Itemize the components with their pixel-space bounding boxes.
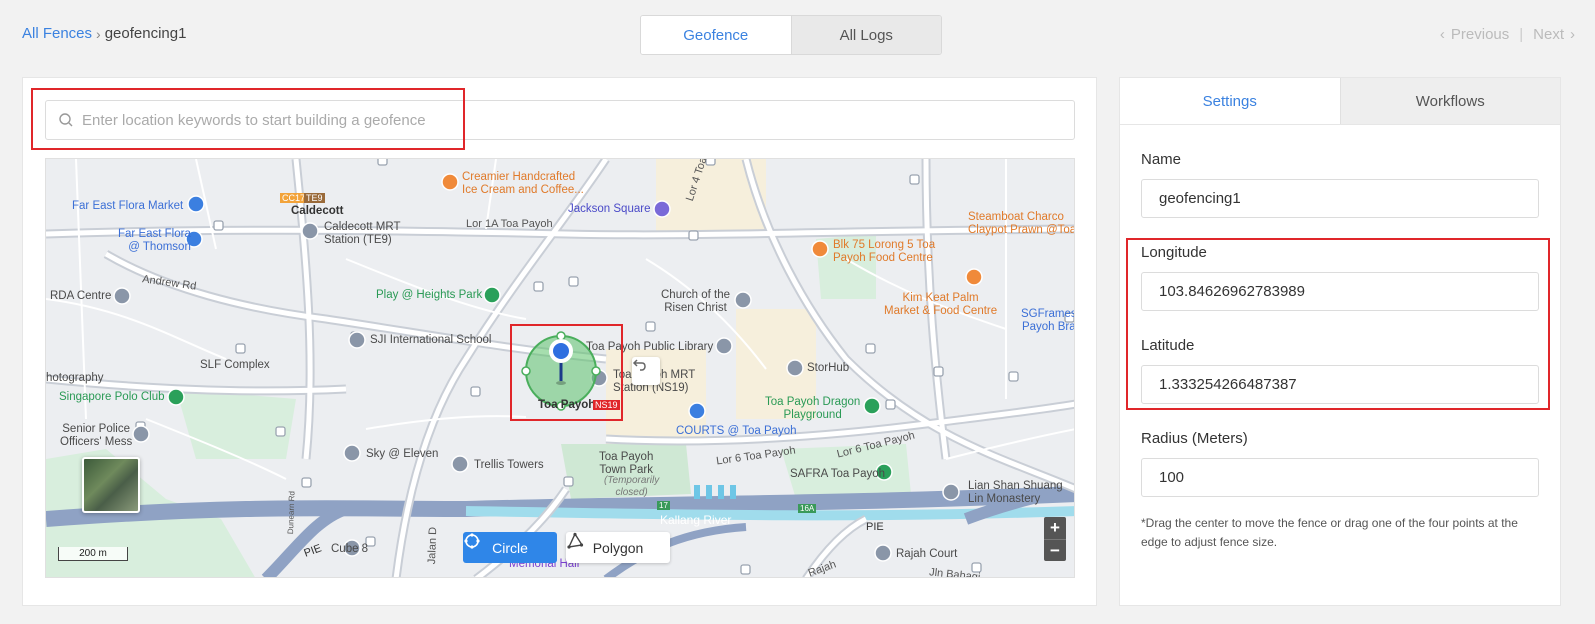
map-view[interactable]: Creamier Handcrafted Ice Cream and Coffee… (45, 158, 1075, 578)
map-label-dunearn: Dunearn Rd (286, 490, 297, 535)
name-label: Name (1141, 151, 1182, 168)
settings-tabs: Settings Workflows (1120, 78, 1560, 125)
map-label-church: Church of the Risen Christ (661, 289, 731, 315)
longitude-label: Longitude (1141, 244, 1207, 261)
map-panel: Creamier HandcraftedIce Cream and Coffee… (22, 77, 1097, 606)
next-button[interactable]: Next › (1533, 26, 1575, 43)
satellite-layer-toggle[interactable] (82, 457, 140, 513)
polygon-icon (567, 532, 584, 549)
latitude-label: Latitude (1141, 337, 1195, 354)
map-label-cube8: Cube 8 (331, 543, 369, 555)
map-scale: 200 m (58, 547, 128, 561)
map-badge-ns19: NS19 (593, 400, 620, 411)
map-label-senior-police: Senior Police Officers' Mess (60, 423, 133, 449)
map-label-far-east-flora-thomson: Far East Flora @ Thomson (118, 228, 191, 254)
map-label-town-park: Toa Payoh Town Park (599, 451, 654, 477)
tab-all-logs[interactable]: All Logs (790, 16, 941, 54)
map-label-sgframes: SGFrames Payoh Bra (1021, 308, 1075, 334)
map-label-slf: SLF Complex (200, 359, 270, 371)
pager-divider: | (1519, 26, 1524, 43)
next-label: Next (1533, 26, 1564, 43)
map-label-lor-1a: Lor 1A Toa Payoh (466, 218, 553, 230)
view-tabs: Geofence All Logs (640, 15, 942, 55)
zoom-out-button[interactable]: − (1044, 539, 1066, 561)
radius-label: Radius (Meters) (1141, 430, 1248, 447)
chevron-right-icon: › (1570, 26, 1575, 43)
previous-label: Previous (1450, 26, 1510, 43)
map-label-far-east-flora-market: Far East Flora Market (72, 200, 184, 212)
pager: ‹ Previous | Next › (1440, 26, 1575, 43)
map-label-caldecott-mrt: Caldecott MRT Station (TE9) (324, 221, 401, 247)
map-badge-17: 17 (657, 501, 670, 511)
draw-polygon-label: Polygon (592, 539, 644, 556)
map-label-kim-keat: Kim Keat Palm Market & Food Centre (884, 292, 998, 318)
map-label-jalan: Jalan D (426, 526, 440, 565)
chevron-right-icon: › (96, 25, 101, 42)
map-badge-cc17: CC17 (280, 193, 308, 204)
map-label-rda-centre: RDA Centre (50, 290, 112, 302)
map-label-jackson-square: Jackson Square (568, 203, 651, 215)
tab-geofence[interactable]: Geofence (641, 16, 791, 54)
draw-circle-label: Circle (492, 539, 528, 556)
previous-button[interactable]: ‹ Previous (1440, 26, 1509, 43)
map-label-lian-shan: Lian Shan Shuang Lin Monastery (968, 480, 1063, 506)
fence-hint-text: *Drag the center to move the fence or dr… (1141, 516, 1518, 549)
map-label-rajah-court: Rajah Court (896, 548, 958, 560)
map-label-trellis: Trellis Towers (474, 459, 544, 471)
draw-circle-button[interactable]: Circle (463, 532, 557, 563)
search-icon (59, 113, 73, 127)
map-label-temporarily-closed: (Temporarily closed) (604, 475, 660, 498)
undo-button[interactable] (632, 357, 660, 385)
map-label-dragon: Toa Payoh Dragon Playground (765, 396, 861, 422)
zoom-in-button[interactable]: + (1044, 517, 1066, 539)
map-label-sji: SJI International School (370, 334, 492, 346)
breadcrumb: All Fences › geofencing1 (22, 25, 186, 42)
longitude-field[interactable] (1141, 272, 1539, 311)
map-label-pie-east: PIE (866, 521, 884, 533)
map-label-toa-payoh: Toa Payoh (538, 399, 596, 411)
tab-workflows[interactable]: Workflows (1339, 78, 1560, 124)
settings-panel: Settings Workflows Name Longitude Latitu… (1119, 77, 1561, 606)
map-label-polo: Singapore Polo Club (59, 391, 165, 403)
search-input[interactable] (82, 111, 1074, 129)
map-badge-16a: 16A (798, 504, 817, 514)
breadcrumb-current: geofencing1 (104, 25, 187, 42)
map-label-tp-library: Toa Payoh Public Library (586, 341, 714, 353)
location-search (45, 100, 1075, 140)
map-label-creamier: Creamier Handcrafted Ice Cream and Coffee… (462, 171, 584, 197)
map-label-photography: hotography (46, 372, 104, 384)
map-label-storhub: StorHub (807, 362, 850, 374)
map-label-safra: SAFRA Toa Payoh (790, 468, 886, 480)
name-field[interactable] (1141, 179, 1539, 218)
map-label-blk75: Blk 75 Lorong 5 Toa Payoh Food Centre (833, 239, 936, 265)
latitude-field[interactable] (1141, 365, 1539, 404)
undo-icon (632, 359, 646, 371)
tab-settings[interactable]: Settings (1120, 78, 1340, 124)
chevron-left-icon: ‹ (1439, 26, 1445, 43)
map-label-kallang: Kallang River (660, 513, 732, 527)
zoom-controls: + − (1044, 517, 1066, 561)
map-label-courts: COURTS @ Toa Payoh (676, 425, 797, 437)
breadcrumb-all-fences-link[interactable]: All Fences (22, 25, 92, 42)
map-label-caldecott: Caldecott (291, 205, 344, 217)
map-label-sky-eleven: Sky @ Eleven (366, 448, 439, 460)
map-badge-te9: TE9 (304, 193, 325, 204)
draw-polygon-button[interactable]: Polygon (566, 532, 670, 563)
map-label-steamboat: Steamboat Charco Claypot Prawn @Toa (968, 211, 1075, 237)
radius-field[interactable] (1141, 458, 1539, 497)
circle-icon (464, 533, 480, 549)
top-bar: All Fences › geofencing1 Geofence All Lo… (0, 0, 1595, 70)
map-label-play-heights: Play @ Heights Park (376, 289, 483, 301)
